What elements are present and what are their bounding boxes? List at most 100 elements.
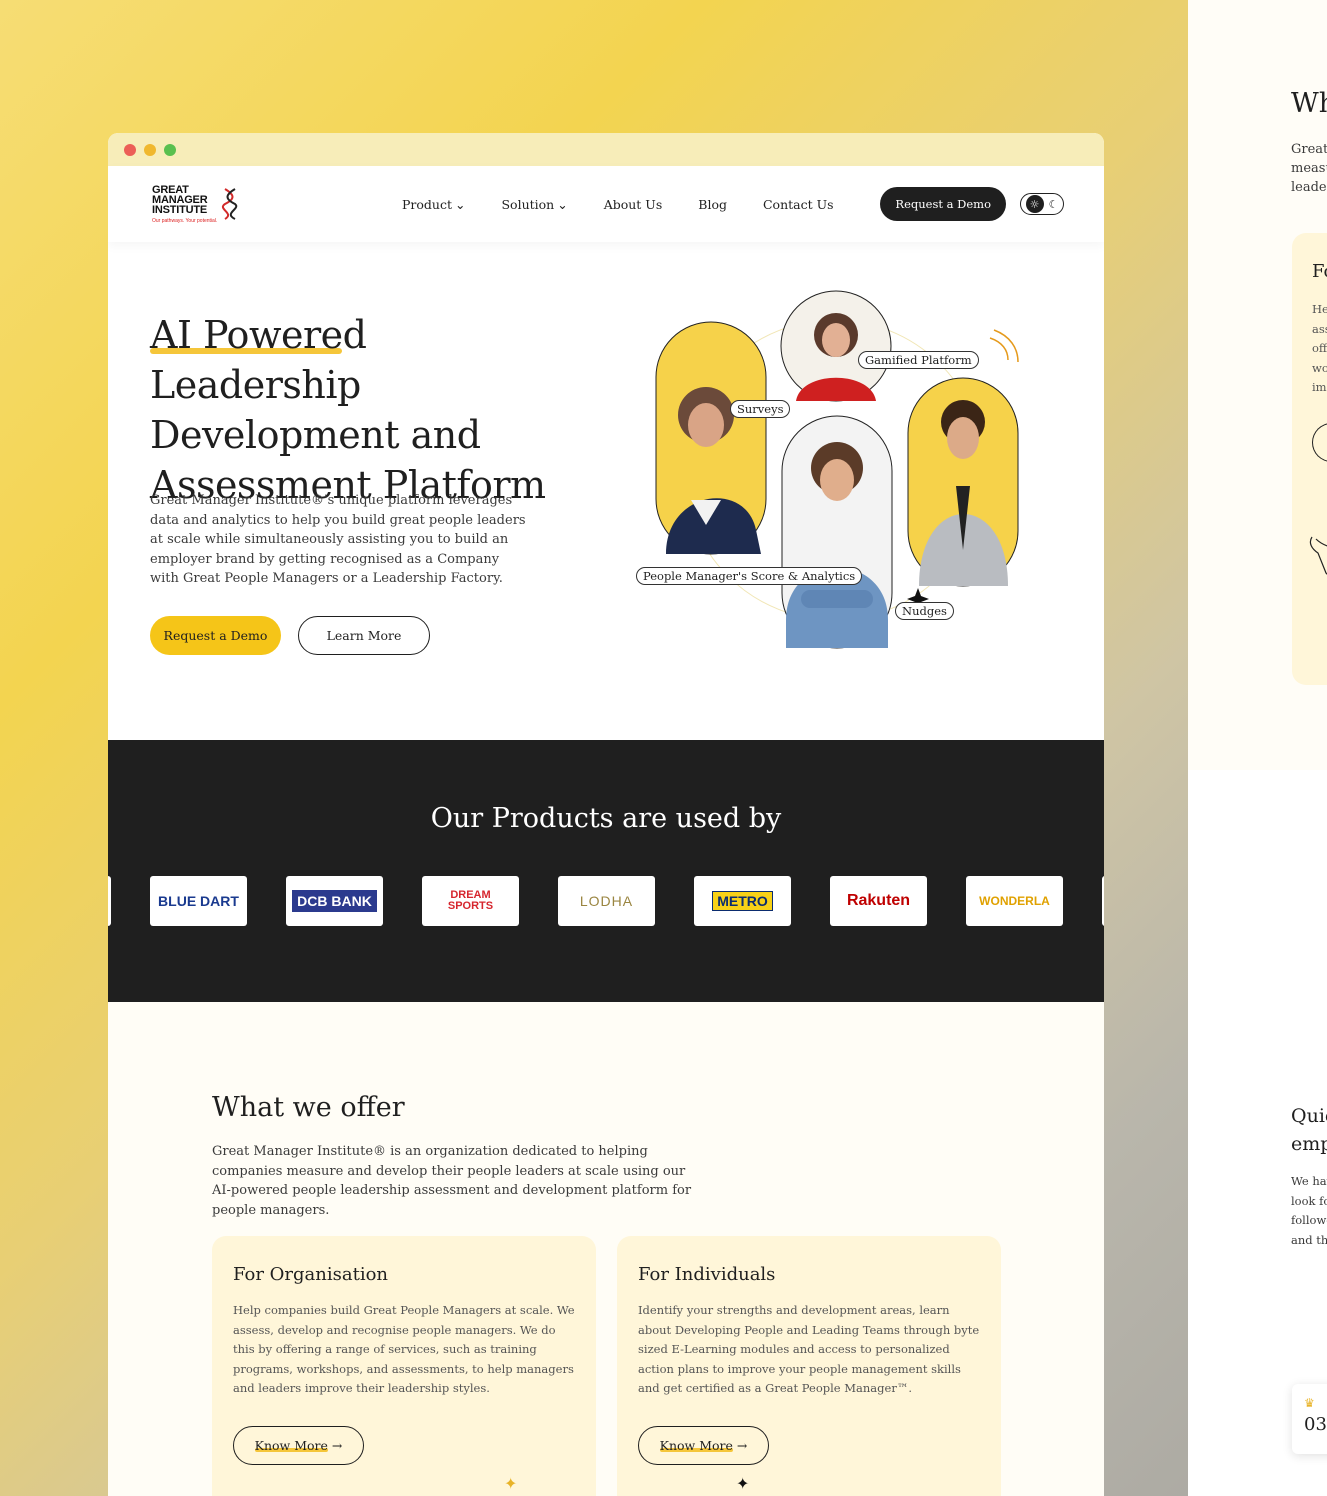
chevron-down-icon: ⌄: [557, 196, 568, 212]
nav-actions: Request a Demo ☼ ☾: [880, 187, 1064, 221]
gamified-platform-badge: Gamified Platform: [858, 351, 979, 369]
hero-learn-more-button[interactable]: Learn More: [298, 616, 430, 655]
surveys-badge: Surveys: [730, 400, 791, 418]
client-logo-lodha: LODHA: [558, 876, 655, 926]
peek-lower-line: We hav: [1291, 1174, 1327, 1188]
client-logo-text: DREAM SPORTS: [447, 889, 494, 912]
maximize-window-dot[interactable]: [164, 143, 176, 156]
peek-card-button[interactable]: [1312, 423, 1327, 462]
client-logo-partial-left: [108, 876, 111, 926]
crown-icon: ♛: [1304, 1396, 1315, 1410]
offer-lead: Great Manager Institute® is an organizat…: [212, 1144, 692, 1218]
moon-icon[interactable]: ☾: [1049, 198, 1059, 211]
hero-title: AI Powered Leadership Development and As…: [150, 310, 570, 510]
hero-section: AI Powered Leadership Development and As…: [108, 242, 1104, 740]
nav-item-label: About Us: [603, 196, 663, 212]
logo-line-2: MANAGER: [152, 193, 208, 206]
nav-item-solution[interactable]: Solution ⌄: [501, 197, 567, 212]
client-logo-blue-dart: BLUE DART: [150, 876, 247, 926]
client-logo-text: LODHA: [579, 893, 634, 909]
peek-line: Great: [1291, 142, 1327, 157]
logo-line-3: INSTITUTE: [152, 203, 208, 216]
peek-lower-title-line: emp: [1291, 1133, 1327, 1155]
card-title: For Organisation: [233, 1264, 389, 1285]
peek-card-line: im: [1312, 380, 1327, 394]
card-for-individuals: For Individuals Identify your strengths …: [617, 1236, 1001, 1496]
collage-illustration: [655, 290, 1019, 649]
peek-card-line: ass: [1312, 321, 1327, 336]
arrow-right-icon: →: [331, 1438, 343, 1453]
clients-section: Our Products are used by BLUE DART DCB B…: [108, 740, 1104, 1002]
logo-line-1: GREAT: [152, 183, 189, 196]
close-window-dot[interactable]: [124, 143, 136, 156]
peek-card-line: off: [1312, 341, 1327, 355]
nudges-badge: Nudges: [895, 602, 954, 620]
client-logo-rakuten: Rakuten: [830, 876, 927, 926]
dna-helix-icon: [222, 188, 238, 220]
offer-section: What we offer Great Manager Institute® i…: [108, 1002, 1104, 1496]
client-logo-text: Rakuten: [846, 892, 911, 909]
client-logo-text: BLUE DART: [158, 893, 239, 909]
brand-logo[interactable]: GREAT MANAGER INSTITUTE Our pathways. Yo…: [152, 183, 402, 224]
nav-item-about-us[interactable]: About Us: [604, 197, 663, 212]
offer-heading: What we offer: [212, 1092, 405, 1123]
peek-card-line: wo: [1312, 360, 1327, 375]
nav-item-label: Product: [402, 196, 452, 212]
clients-heading: Our Products are used by: [430, 803, 782, 834]
sparkle-icon: ✦: [504, 1474, 518, 1493]
peek-lower-line: and th: [1291, 1232, 1327, 1247]
peek-card-body: He ass off wo im: [1312, 300, 1327, 398]
client-logo-carousel: BLUE DART DCB BANK DREAM SPORTS LODHA ME…: [108, 876, 1104, 926]
card-title: For Individuals: [638, 1264, 776, 1285]
hero-title-rest: Leadership Development and Assessment Pl…: [150, 363, 546, 507]
peek-lower-text: We hav look fo follow- and th: [1291, 1172, 1327, 1250]
nav-item-label: Blog: [698, 196, 727, 212]
peek-card-line: He: [1312, 302, 1327, 316]
hero-description: Great Manager Institute®'s unique platfo…: [150, 493, 526, 586]
nav-request-demo-button[interactable]: Request a Demo: [880, 187, 1006, 221]
know-more-button-organisation[interactable]: Know More →: [233, 1426, 364, 1465]
minimize-window-dot[interactable]: [144, 143, 156, 156]
peek-stat-number: 03: [1304, 1414, 1327, 1435]
browser-window: GREAT MANAGER INSTITUTE Our pathways. Yo…: [108, 133, 1104, 1496]
card-for-organisation: For Organisation Help companies build Gr…: [212, 1236, 596, 1496]
sun-icon[interactable]: ☼: [1025, 195, 1044, 213]
arrow-right-icon: →: [736, 1438, 748, 1453]
hero-people-collage: Gamified Platform Surveys People Manager…: [636, 290, 1028, 658]
hero-request-demo-button[interactable]: Request a Demo: [150, 616, 281, 655]
client-logo-wonderla: WONDERLA: [966, 876, 1063, 926]
peek-card: Fo He ass off wo im: [1292, 233, 1327, 685]
peek-line: measu: [1291, 161, 1327, 176]
score-analytics-badge: People Manager's Score & Analytics: [636, 567, 863, 585]
know-more-button-individuals[interactable]: Know More →: [638, 1426, 769, 1465]
peek-card-title: Fo: [1312, 261, 1327, 282]
second-screen-preview: Wh Great measu leader Fo He ass off wo i…: [1188, 0, 1327, 1496]
client-logo-text: DCB BANK: [292, 890, 377, 912]
client-logo-text: WONDERLA: [979, 894, 1050, 908]
nav-item-label: Solution: [501, 196, 555, 212]
peek-lower-section: Quic emp We hav look fo follow- and th ♛…: [1188, 770, 1327, 1496]
client-logo-text: METRO: [712, 891, 773, 911]
nav-item-contact-us[interactable]: Contact Us: [763, 197, 834, 212]
know-more-label: Know More: [254, 1438, 329, 1453]
client-logo-partial-right: [1102, 876, 1104, 926]
window-titlebar: [108, 133, 1104, 166]
nav-item-product[interactable]: Product ⌄: [402, 197, 465, 212]
theme-toggle[interactable]: ☼ ☾: [1020, 193, 1064, 215]
peek-heading: Wh: [1291, 88, 1327, 119]
client-logo-dream-sports: DREAM SPORTS: [422, 876, 519, 926]
peek-lower-title: Quic emp: [1291, 1102, 1327, 1158]
card-body: Identify your strengths and development …: [638, 1303, 980, 1395]
hero-title-highlight: AI Powered: [150, 313, 367, 357]
logo-tagline: Our pathways. Your potential.: [152, 217, 218, 224]
nav-item-label: Contact Us: [762, 196, 834, 212]
sparkle-icon: ✦: [736, 1474, 750, 1493]
card-body: Help companies build Great People Manage…: [233, 1303, 575, 1395]
nav-links: Product ⌄ Solution ⌄ About Us Blog Conta…: [402, 197, 834, 212]
know-more-label: Know More: [659, 1438, 734, 1453]
peek-lower-title-line: Quic: [1291, 1105, 1327, 1127]
client-logo-metro: METRO: [694, 876, 791, 926]
peek-stat-card: ♛ 03: [1292, 1384, 1327, 1454]
nav-item-blog[interactable]: Blog: [698, 197, 727, 212]
chevron-down-icon: ⌄: [455, 196, 466, 212]
